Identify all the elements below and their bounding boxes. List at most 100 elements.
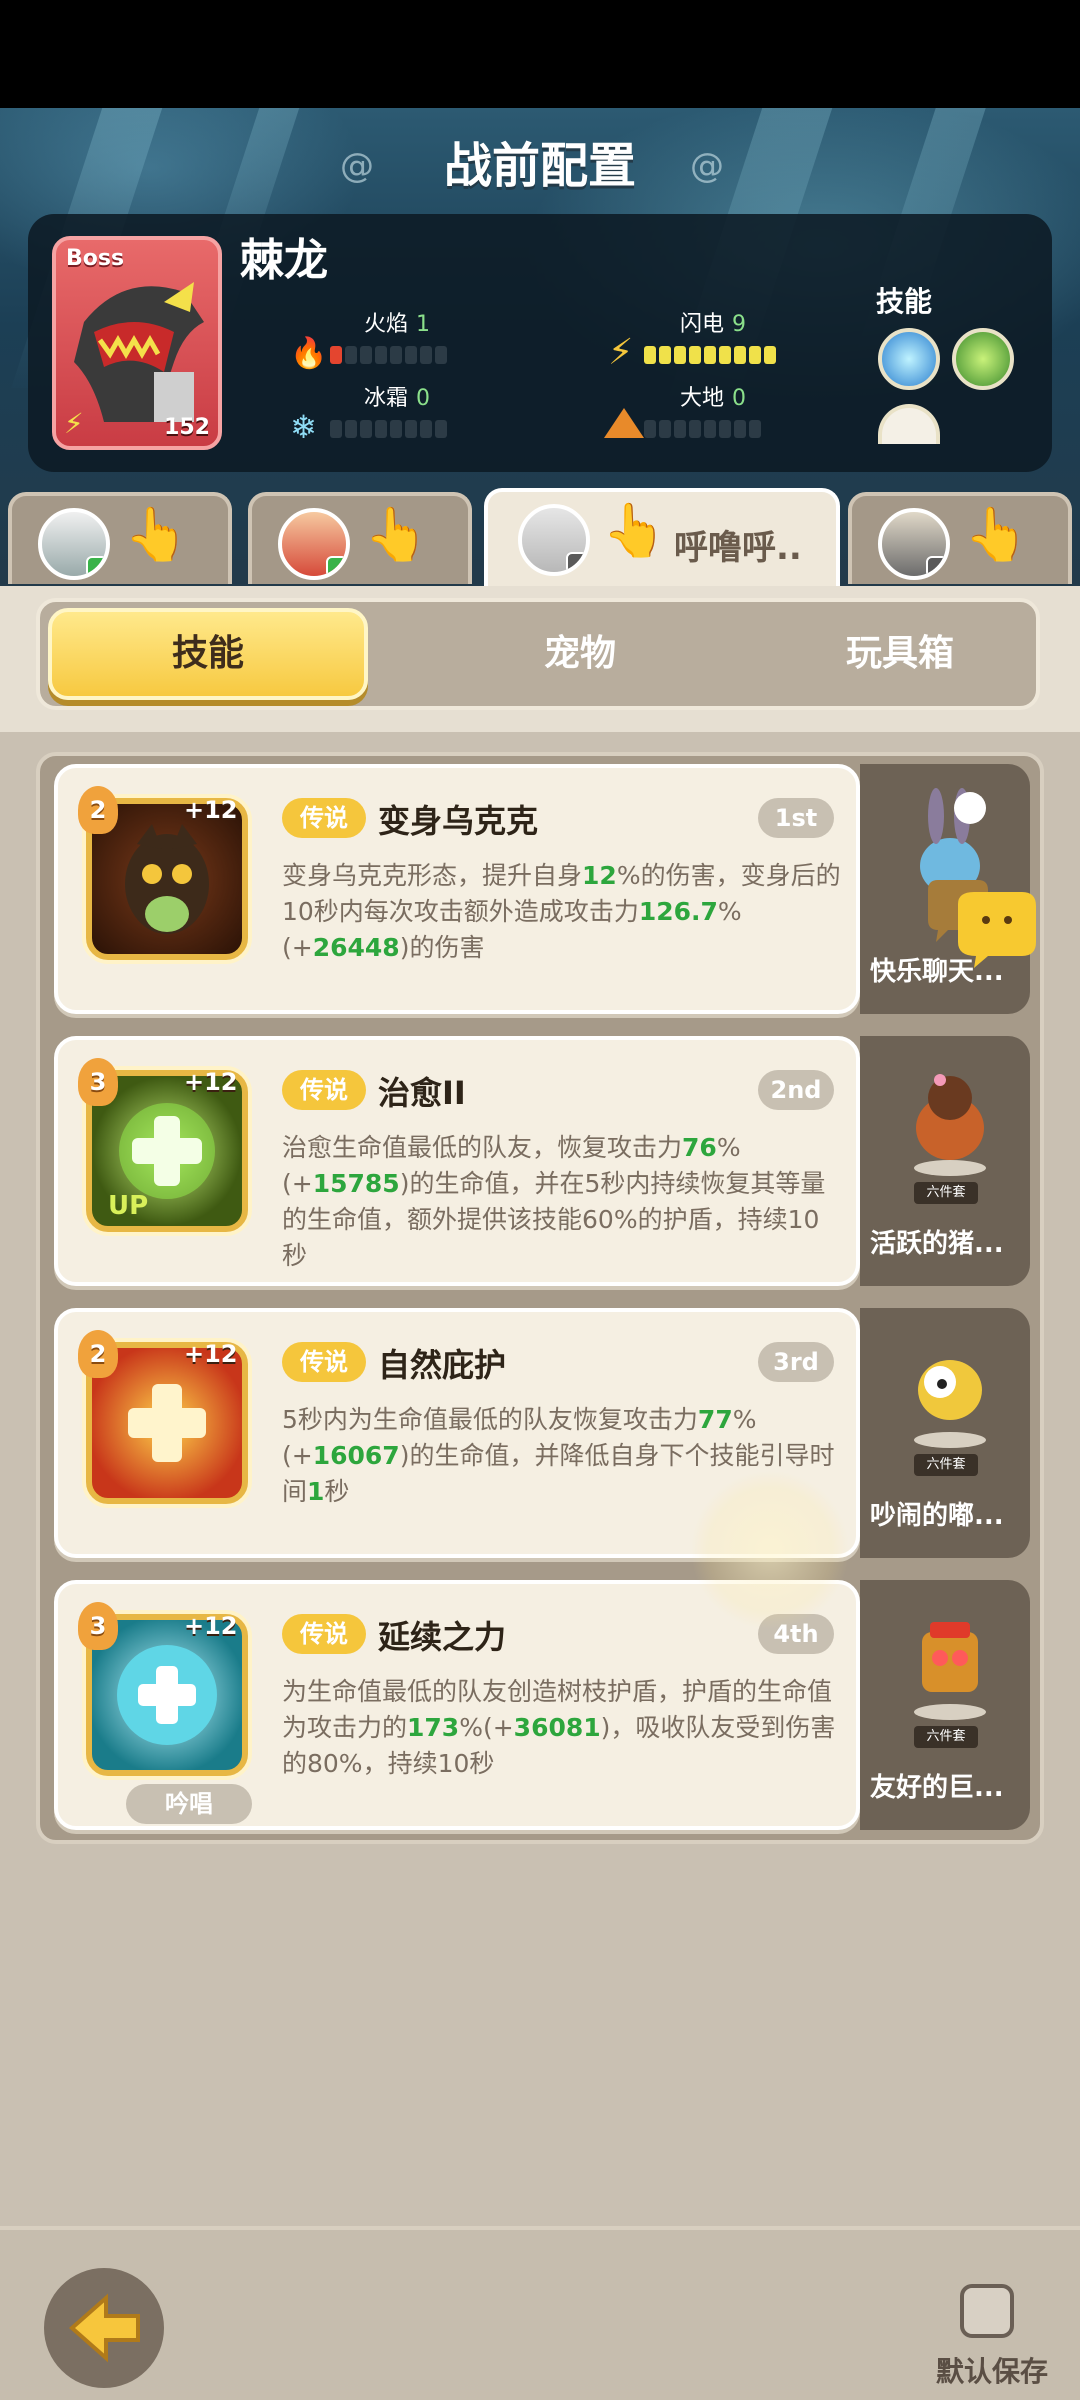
highlight-value: 12 (582, 861, 617, 890)
bottom-bar: 默认保存 (0, 2226, 1080, 2400)
pet-figure (900, 1058, 1000, 1178)
skill-card[interactable]: UP 3 +12 传说 治愈II 2nd 治愈生命值最低的队友，恢复攻击力76%… (54, 1036, 860, 1286)
highlight-value: 126.7 (638, 897, 718, 926)
rarity-badge: 传说 (282, 1342, 366, 1382)
skill-description: 为生命值最低的队友创造树枝护盾，护盾的生命值为攻击力的173%(+36081)，… (282, 1674, 842, 1782)
tab-skills[interactable]: 技能 (48, 608, 368, 700)
boss-level: 152 (164, 415, 210, 440)
skill-level: 2 (78, 1330, 118, 1378)
skill-name: 变身乌克克 (378, 802, 539, 840)
rank-badge: 2nd (758, 1070, 834, 1110)
skill-plus: +12 (184, 1612, 238, 1640)
set-badge: 六件套 (914, 1454, 978, 1476)
desc-text: 变身乌克克形态，提升自身 (282, 861, 583, 890)
earth-value: 0 (732, 386, 747, 411)
highlight-value: 16067 (312, 1441, 400, 1470)
default-save-label: 默认保存 (936, 2355, 1049, 2388)
chip-icon (566, 552, 586, 572)
set-badge: 六件套 (914, 1726, 978, 1748)
desc-text: 秒 (324, 1477, 350, 1506)
hand-star-icon: 👆 (124, 505, 189, 565)
frost-element: 冰霜 0 (364, 380, 430, 412)
skill-name: 自然庇护 (378, 1346, 507, 1384)
lightning-element-icon: ⚡ (608, 332, 634, 373)
fire-value: 1 (416, 312, 431, 337)
skill-card[interactable]: 2 +12 传说 变身乌克克 1st 变身乌克克形态，提升自身12%的伤害，变身… (54, 764, 860, 1014)
fire-bar (330, 346, 447, 364)
skill-plus: +12 (184, 1068, 238, 1096)
avatar (278, 508, 350, 580)
team-tab-4[interactable]: 👆 (848, 492, 1072, 584)
avatar (878, 508, 950, 580)
hand-star-icon: 👆 (964, 505, 1029, 565)
tab-toybox[interactable]: 玩具箱 (740, 608, 1060, 700)
rarity-badge: 传说 (282, 1614, 366, 1654)
highlight-value: 77 (697, 1405, 733, 1434)
lightning-element: 闪电 9 (680, 306, 746, 338)
highlight-value: 26448 (312, 933, 400, 962)
tab-pets[interactable]: 宠物 (420, 608, 740, 700)
pet-name: 活跃的猪... (870, 1229, 1004, 1259)
pet-name: 友好的巨... (870, 1773, 1004, 1803)
back-button[interactable] (44, 2268, 164, 2388)
bird-pet-icon (914, 1360, 986, 1448)
default-save-checkbox[interactable] (960, 2284, 1014, 2338)
fire-label: 火焰 (364, 312, 409, 337)
desc-text: 治愈生命值最低的队友，恢复攻击力 (282, 1133, 683, 1162)
ice-skill-icon[interactable] (878, 328, 940, 390)
highlight-value: 76 (682, 1133, 717, 1162)
lightning-bar (644, 346, 776, 364)
skill-description: 变身乌克克形态，提升自身12%的伤害，变身后的10秒内每次攻击额外造成攻击力12… (282, 858, 842, 966)
earth-label: 大地 (680, 386, 725, 411)
chip-icon (86, 556, 106, 576)
highlight-value: 1 (307, 1477, 325, 1506)
sparkle-effect (690, 1470, 850, 1630)
skill-level: 3 (78, 1602, 118, 1650)
skill-list: 2 +12 传说 变身乌克克 1st 变身乌克克形态，提升自身12%的伤害，变身… (36, 752, 1044, 1844)
set-badge: 六件套 (914, 1182, 978, 1204)
pet-name: 吵闹的嘟... (870, 1501, 1004, 1531)
chat-emoji-icon[interactable] (918, 880, 1038, 970)
skill-plus: +12 (184, 796, 238, 824)
frost-bar (330, 420, 447, 438)
earth-element: 大地 0 (680, 380, 746, 412)
desc-text: 5秒内为生命值最低的队友恢复攻击力 (282, 1405, 698, 1434)
gauge-skill-icon[interactable] (878, 404, 940, 444)
svg-text:UP: UP (108, 1191, 148, 1221)
hand-star-icon: 👆 (602, 501, 667, 561)
team-tab-3[interactable]: 👆 呼噜呼.. (484, 488, 840, 588)
rarity-badge: 传说 (282, 1070, 366, 1110)
pet-slot[interactable]: 六件套 友好的巨... (860, 1580, 1030, 1830)
lightning-icon: ⚡ (64, 407, 84, 440)
pet-figure (900, 1330, 1000, 1450)
pet-slot[interactable]: 六件套 吵闹的嘟... (860, 1308, 1030, 1558)
highlight-value: 173 (407, 1713, 460, 1742)
status-bar (0, 0, 1080, 108)
boss-card: Boss ⚡ 152 棘龙 火焰 1 🔥 闪电 9 ⚡ 冰霜 0 ❄ 大地 0 … (28, 214, 1052, 472)
highlight-value: 36081 (513, 1713, 601, 1742)
rank-badge: 3rd (758, 1342, 834, 1382)
boar-pet-icon (914, 1074, 986, 1176)
team-tab-1[interactable]: 👆 (8, 492, 232, 584)
skill-description: 治愈生命值最低的队友，恢复攻击力76%(+15785)的生命值，并在5秒内持续恢… (282, 1130, 842, 1274)
snowflake-icon: ❄ (290, 408, 317, 446)
team-tab-2[interactable]: 👆 (248, 492, 472, 584)
boss-portrait[interactable]: Boss ⚡ 152 (52, 236, 222, 450)
pet-slot[interactable]: 六件套 活跃的猪... (860, 1036, 1030, 1286)
highlight-value: 15785 (312, 1169, 400, 1198)
earth-icon (604, 408, 644, 438)
page-title: 战前配置 (443, 138, 636, 194)
chip-icon (326, 556, 346, 576)
nature-skill-icon[interactable] (952, 328, 1014, 390)
fire-icon: 🔥 (290, 336, 328, 371)
rarity-badge: 传说 (282, 798, 366, 838)
back-arrow-icon (68, 2293, 140, 2363)
robot-pet-icon (914, 1622, 986, 1720)
lightning-label: 闪电 (680, 312, 725, 337)
segment-control: 技能 宠物 玩具箱 (36, 598, 1040, 710)
skill-name: 治愈II (378, 1074, 466, 1112)
frost-label: 冰霜 (364, 386, 409, 411)
earth-bar (644, 420, 761, 438)
chant-badge: 吟唱 (126, 1784, 252, 1824)
lightning-value: 9 (732, 312, 747, 337)
